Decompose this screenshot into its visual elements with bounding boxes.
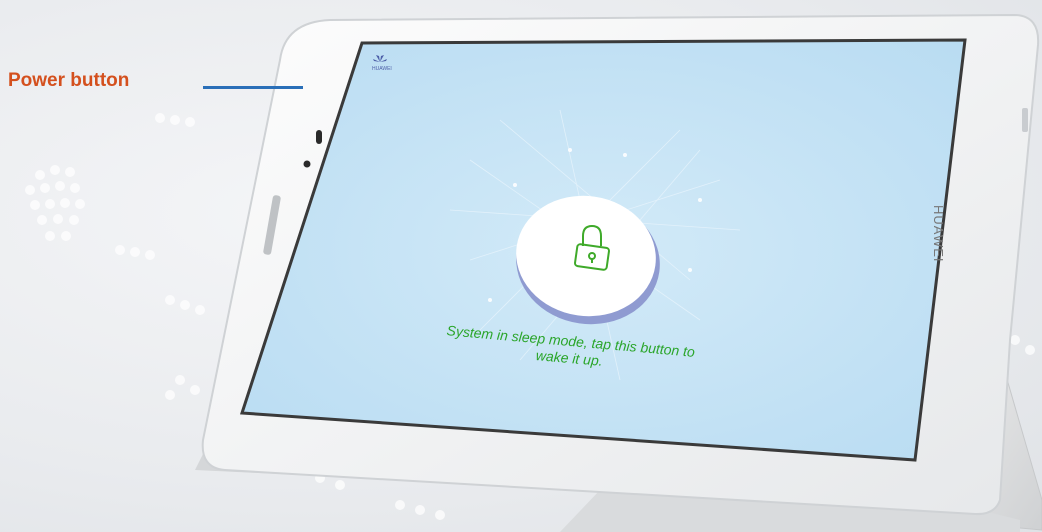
screen-brand-text: HUAWEI [372,66,392,72]
case-brand-text: HUAWEI [931,205,946,263]
front-camera [303,160,311,168]
power-button-callout-label: Power button [8,70,130,91]
power-button [1022,108,1028,132]
unlock-button[interactable] [515,183,655,323]
power-button-callout-line [203,86,303,89]
front-sensor [316,130,322,144]
